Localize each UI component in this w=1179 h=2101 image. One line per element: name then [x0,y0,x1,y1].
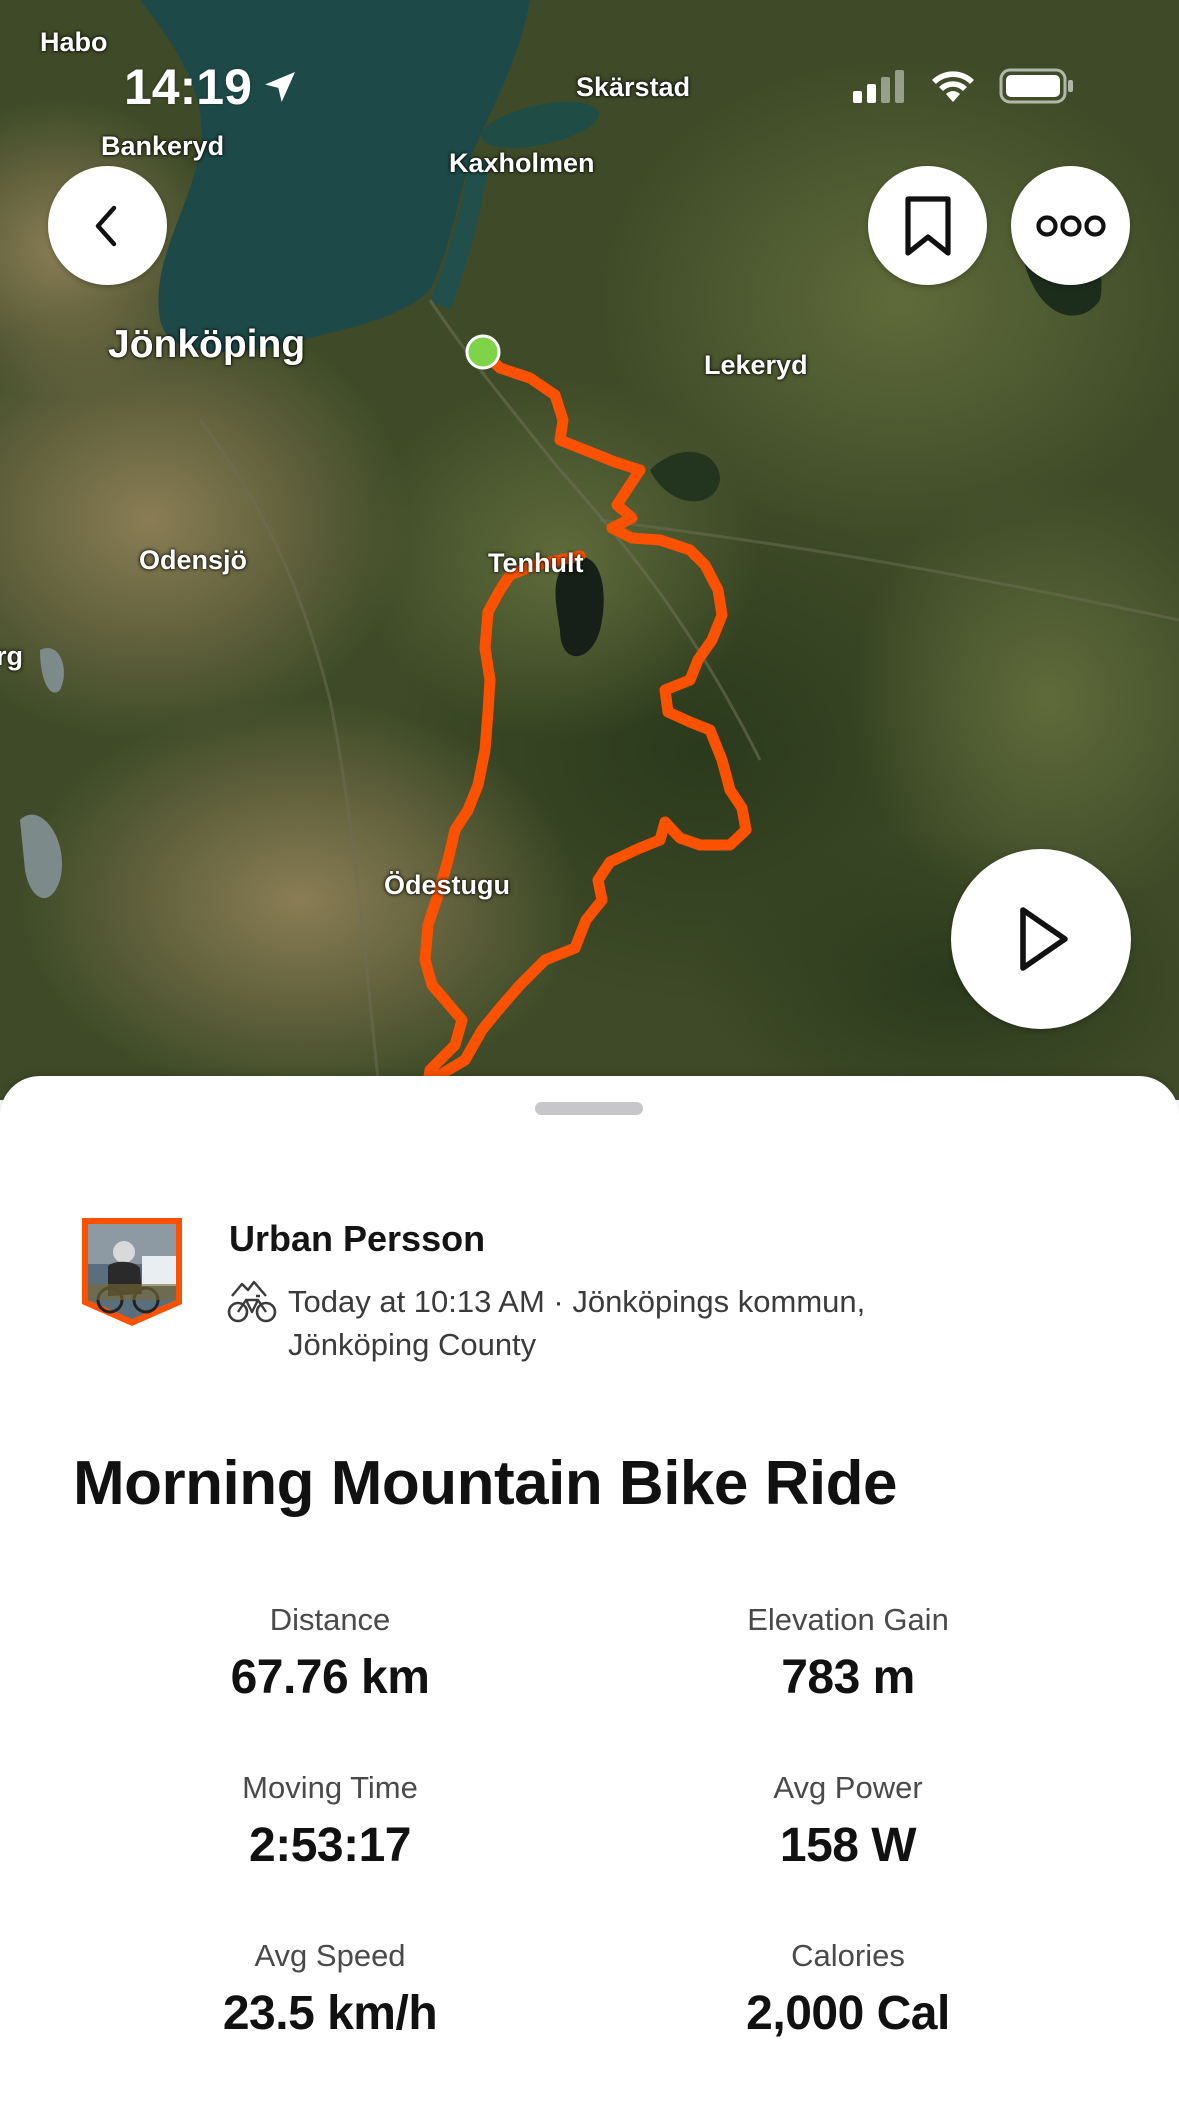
cellular-signal-icon [853,70,904,103]
stat-avg-power: Avg Power 158 W [638,1770,1058,1873]
start-marker [465,334,501,370]
stat-value: 2:53:17 [249,1819,411,1872]
chevron-left-icon [95,205,116,246]
bookmark-icon [904,195,951,256]
stat-value: 158 W [779,1819,917,1872]
stat-label: Avg Speed [254,1938,406,1973]
save-route-button[interactable] [868,166,987,285]
place-label-habo: Habo [40,27,108,57]
stat-label: Avg Power [773,1770,923,1805]
activity-title: Morning Mountain Bike Ride [73,1449,897,1518]
athlete-name[interactable]: Urban Persson [229,1218,485,1260]
stat-label: Elevation Gain [747,1602,949,1637]
more-options-button[interactable] [1011,166,1130,285]
place-label-kaxholmen: Kaxholmen [449,148,595,178]
stat-label: Distance [269,1602,391,1637]
sheet-drag-handle[interactable] [535,1102,643,1115]
stat-moving-time: Moving Time 2:53:17 [120,1770,540,1873]
flyover-play-button[interactable] [951,849,1131,1029]
location-arrow-icon [264,72,295,102]
stat-label: Calories [791,1938,905,1973]
place-label-odensjo: Odensjö [139,545,248,575]
wifi-icon [932,71,974,102]
stat-avg-speed: Avg Speed 23.5 km/h [120,1938,540,2041]
activity-datetime-location: Today at 10:13 AM · Jönköpings kommun, [288,1284,866,1319]
status-bar-time: 14:19 [124,58,300,116]
activity-meta: Today at 10:13 AM · Jönköpings kommun, J… [288,1280,928,1366]
stat-calories: Calories 2,000 Cal [638,1938,1058,2041]
stat-distance: Distance 67.76 km [120,1602,540,1705]
place-label-rg: rg [0,641,23,671]
stat-value: 783 m [781,1651,915,1704]
place-label-lekeryd: Lekeryd [704,350,808,380]
place-label-jonkoping: Jönköping [108,323,306,366]
more-dots-icon [1035,214,1106,237]
place-label-tenhult: Tenhult [488,548,584,578]
athlete-avatar[interactable] [80,1216,184,1328]
activity-region: Jönköping County [288,1327,537,1362]
back-button[interactable] [48,166,167,285]
status-bar-indicators [851,68,1075,104]
stat-value: 2,000 Cal [746,1987,950,2040]
stat-value: 67.76 km [230,1651,430,1704]
place-label-odestugu: Ödestugu [384,870,510,900]
activity-details-sheet: Urban Persson Today at 10:13 AM · Jönköp… [0,1076,1179,2101]
clock-text: 14:19 [124,59,252,115]
battery-icon [999,68,1073,104]
place-label-bankeryd: Bankeryd [101,131,225,161]
stat-label: Moving Time [242,1770,418,1805]
activity-map[interactable]: Habo Skärstad Bankeryd Kaxholmen Jönköpi… [0,0,1179,1100]
stat-elevation-gain: Elevation Gain 783 m [638,1602,1058,1705]
place-label-skarstad: Skärstad [576,72,691,102]
stat-value: 23.5 km/h [222,1987,438,2040]
mountain-bike-icon [227,1280,277,1323]
play-icon [1020,907,1068,971]
